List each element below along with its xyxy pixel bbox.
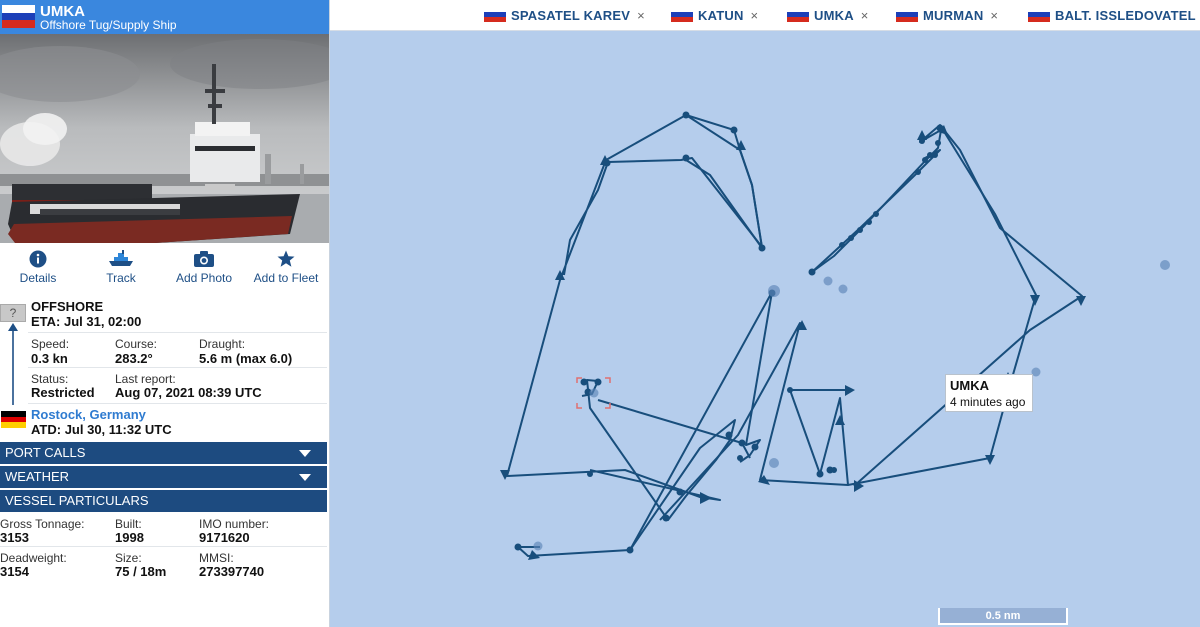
russia-flag-icon [484,7,506,23]
route-arrow-icon [8,323,18,405]
departure-port-link[interactable]: Rostock, Germany [31,407,146,422]
weather-title: WEATHER [5,469,70,484]
ship-track-icon [109,250,133,266]
russia-flag-icon [896,7,918,23]
tab-balt-issledovatel[interactable]: BALT. ISSLEDOVATEL [1028,0,1196,30]
scale-bar: 0.5 nm [938,605,1068,625]
last-report-label: Last report: [115,372,176,386]
add-photo-button[interactable]: Add Photo [163,250,245,285]
draught-value: 5.6 m (max 6.0) [199,351,293,366]
course-label: Course: [115,337,158,351]
unknown-port-icon: ? [0,304,26,322]
vessel-photo[interactable] [0,34,329,243]
course-value: 283.2° [115,351,153,366]
size-label: Size: [115,551,142,565]
russia-flag-icon [671,7,693,23]
russia-flag-icon [1028,7,1050,23]
fleet-tab-bar: SPASATEL KAREV × KATUN × UMKA × MURMAN ×… [330,0,1200,31]
chevron-down-icon [299,474,311,481]
add-photo-label: Add Photo [175,271,233,285]
tooltip-time: 4 minutes ago [950,395,1026,409]
size-value: 75 / 18m [115,564,167,579]
germany-flag-icon [1,411,26,428]
camera-icon [194,251,214,267]
built-label: Built: [115,517,142,531]
tab-umka[interactable]: UMKA × [787,0,868,30]
deadweight-label: Deadweight: [0,551,67,565]
close-icon[interactable]: × [861,8,869,23]
vessel-type: Offshore Tug/Supply Ship [40,18,177,32]
tab-katun[interactable]: KATUN × [671,0,758,30]
vessel-header: UMKA Offshore Tug/Supply Ship [0,0,329,34]
speed-value: 0.3 kn [31,351,68,366]
weather-section[interactable]: WEATHER [0,466,327,488]
atd: ATD: Jul 30, 11:32 UTC [31,422,172,437]
vessel-tooltip: UMKA 4 minutes ago [945,374,1033,412]
speed-label: Speed: [31,337,70,351]
draught-label: Draught: [199,337,246,351]
last-report-value: Aug 07, 2021 08:39 UTC [115,385,262,400]
tab-spasatel-karev[interactable]: SPASATEL KAREV × [484,0,645,30]
details-label: Details [19,271,57,285]
deadweight-value: 3154 [0,564,29,579]
vessel-panel: UMKA Offshore Tug/Supply Ship Details Tr… [0,0,330,627]
russia-flag-icon [787,7,809,23]
destination: OFFSHORE [31,299,104,314]
track-label: Track [106,271,136,285]
tab-label: KATUN [698,7,744,23]
chevron-down-icon [299,450,311,457]
tab-label: UMKA [814,7,854,23]
tab-label: MURMAN [923,7,984,23]
tab-label: BALT. ISSLEDOVATEL [1055,7,1196,23]
close-icon[interactable]: × [990,8,998,23]
port-calls-title: PORT CALLS [5,445,86,460]
close-icon[interactable]: × [637,8,645,23]
built-value: 1998 [115,530,144,545]
vessel-particulars-section[interactable]: VESSEL PARTICULARS [0,490,327,512]
close-icon[interactable]: × [751,8,759,23]
gross-tonnage-label: Gross Tonnage: [0,517,85,531]
imo-label: IMO number: [199,517,270,531]
tooltip-vessel-name: UMKA [950,378,989,393]
gross-tonnage-value: 3153 [0,530,29,545]
scale-label: 0.5 nm [985,610,1021,622]
mmsi-label: MMSI: [199,551,234,565]
vessel-particulars-title: VESSEL PARTICULARS [5,493,149,508]
status-value: Restricted [31,385,95,400]
eta: ETA: Jul 31, 02:00 [31,314,142,329]
map-canvas[interactable]: UMKA 4 minutes ago 0.5 nm [330,0,1200,627]
tab-murman[interactable]: MURMAN × [896,0,998,30]
vessel-track [500,111,1170,560]
track-button[interactable]: Track [80,250,162,285]
tab-label: SPASATEL KAREV [511,7,631,23]
imo-value: 9171620 [199,530,250,545]
info-icon [29,250,47,268]
add-to-fleet-button[interactable]: Add to Fleet [245,250,327,285]
port-calls-section[interactable]: PORT CALLS [0,442,327,464]
add-to-fleet-label: Add to Fleet [253,271,319,285]
russia-flag-icon [2,5,35,28]
star-icon [277,250,295,267]
details-button[interactable]: Details [0,250,79,285]
vessel-actions: Details Track Add Photo Add to Fleet [0,250,329,292]
mmsi-value: 273397740 [199,564,265,579]
status-label: Status: [31,372,69,386]
